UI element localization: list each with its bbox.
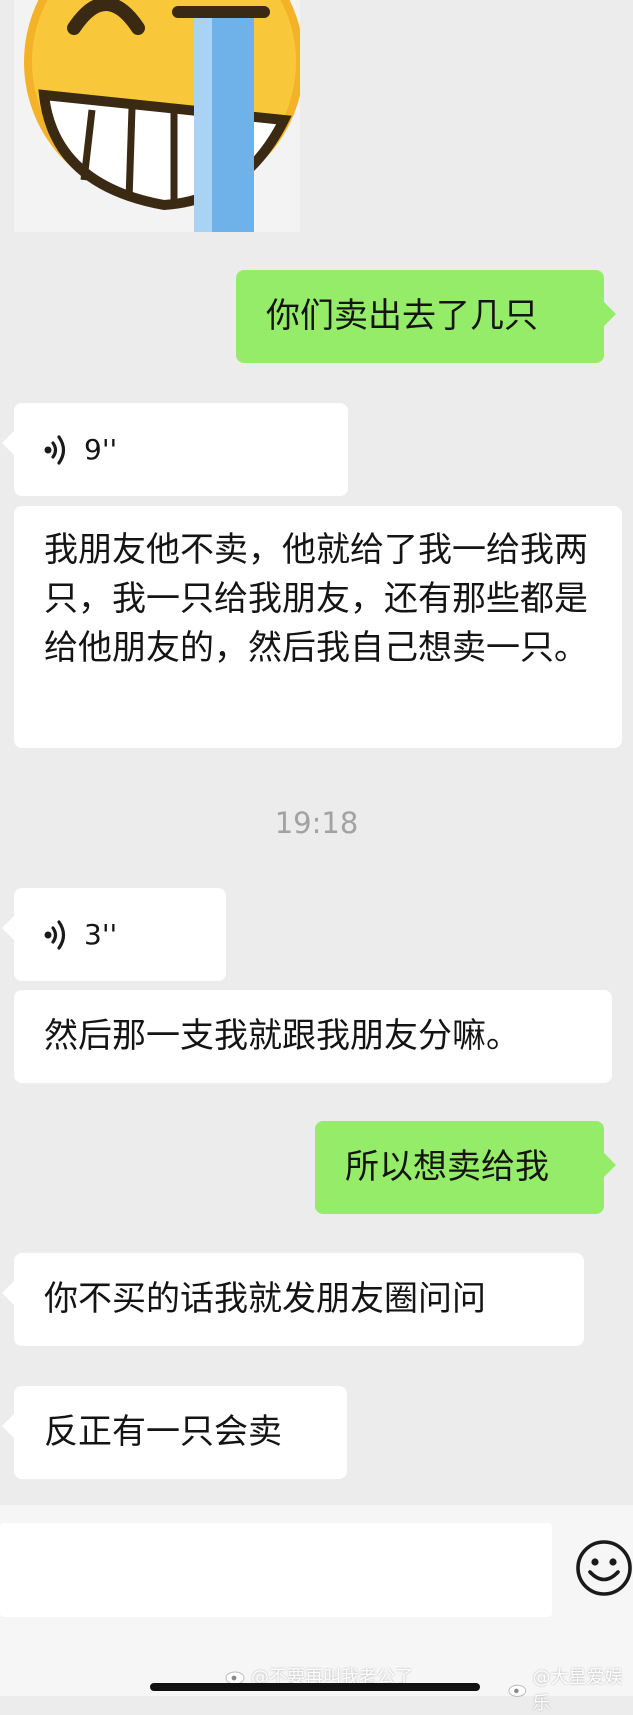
message-input[interactable] xyxy=(0,1523,552,1617)
input-bar: @不要再叫我老公了 @大星爱娱乐 xyxy=(0,1505,633,1714)
voice-duration: 9'' xyxy=(84,432,118,466)
outgoing-message[interactable]: 你们卖出去了几只 xyxy=(236,270,616,363)
voice-wave-icon xyxy=(44,919,66,950)
voice-message[interactable]: 3'' xyxy=(2,888,226,981)
weibo-icon xyxy=(508,1684,527,1697)
timestamp: 19:18 xyxy=(274,806,359,840)
watermark-right: @大星爱娱乐 xyxy=(508,1663,633,1715)
emoji-icon[interactable] xyxy=(575,1539,633,1597)
incoming-message[interactable]: 反正有一只会卖 xyxy=(2,1386,347,1479)
outgoing-message[interactable]: 所以想卖给我 xyxy=(315,1121,616,1214)
voice-wave-icon xyxy=(44,434,66,465)
incoming-message[interactable]: 你不买的话我就发朋友圈问问 xyxy=(2,1253,584,1346)
sticker-message[interactable] xyxy=(14,0,300,232)
incoming-message[interactable]: 我朋友他不卖，他就给了我一给我两只，我一只给我朋友，还有那些都是给他朋友的，然后… xyxy=(14,506,622,748)
home-indicator xyxy=(150,1683,480,1691)
voice-duration: 3'' xyxy=(84,917,118,951)
voice-message[interactable]: 9'' xyxy=(2,403,348,496)
cry-laugh-sticker xyxy=(24,0,300,232)
incoming-message[interactable]: 然后那一支我就跟我朋友分嘛。 xyxy=(14,990,612,1083)
